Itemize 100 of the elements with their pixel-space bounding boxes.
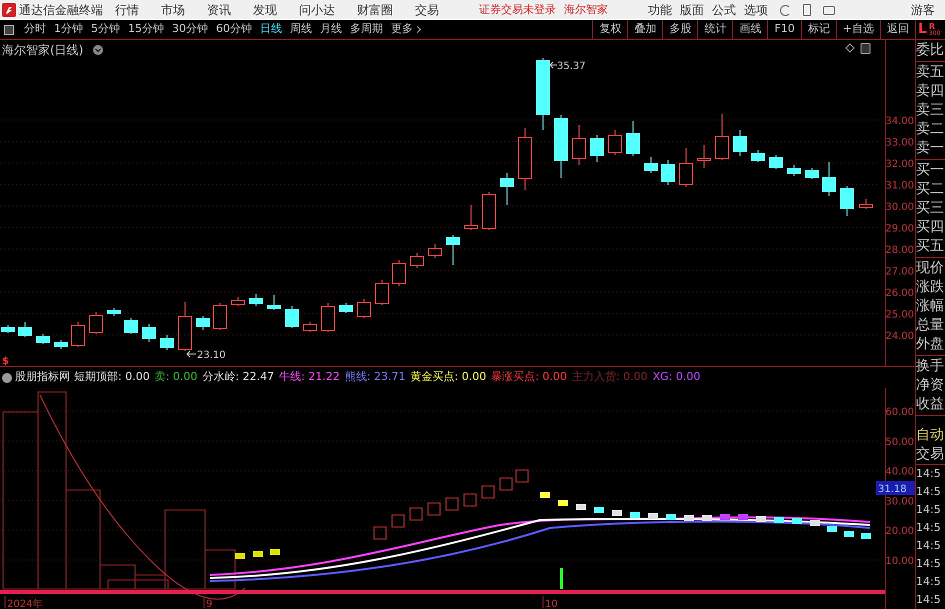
toolbar-button[interactable]: 多股 [662,20,698,39]
quote-field-label: 换手 [916,357,945,376]
trade-time: 14:5 [916,484,942,500]
more-button[interactable]: 更多 [391,21,420,38]
candlestick [518,128,532,190]
period-tab[interactable]: 月线 [320,21,342,38]
trade-time: 14:5 [916,502,942,518]
candlestick [679,148,693,188]
menu-item[interactable]: 版面 [680,1,704,19]
signal-bar [827,526,837,532]
indicator-axis-label: 50.00 [885,436,914,448]
stock-name-link[interactable]: 海尔智家 [564,2,608,18]
toolbar-button[interactable]: 复权 [592,20,628,39]
diamond-icon [845,43,855,53]
signal-bar [648,513,658,519]
toolbar-button[interactable]: 返回 [880,20,915,39]
price-axis-label: 31.00 [885,180,914,192]
date-axis-label: 10 [545,599,558,609]
candlestick [142,324,156,342]
candlestick [733,130,747,156]
candlestick [751,150,765,162]
menu-item[interactable]: 市场 [161,1,185,19]
candlestick [482,192,496,230]
candlestick [464,204,478,230]
menu-item[interactable]: 公式 [712,1,736,19]
indicator-axis-label: 60.00 [885,407,914,418]
signal-bar [792,518,802,524]
price-axis-label: 26.00 [885,288,914,299]
low-marker-arrow [186,350,196,358]
refresh-icon[interactable] [780,4,791,16]
candlestick [392,260,406,286]
signal-bar [594,507,604,513]
quote-field-label: 卖三 [916,101,945,120]
indicator-block [482,486,494,498]
signal-bar [270,549,280,555]
price-axis-label: 27.00 [885,266,914,278]
login-status-link[interactable]: 证券交易未登录 [479,2,556,18]
period-tab[interactable]: 1分钟 [54,21,83,38]
signal-bar [861,533,871,539]
toolbar-button[interactable]: F10 [767,20,801,39]
trade-time: 14:5 [916,592,942,608]
price-axis-label: 32.00 [885,159,914,170]
period-tab[interactable]: 15分钟 [128,21,164,38]
toolbar-button[interactable]: 统计 [697,20,732,39]
signal-bar [235,553,245,559]
candlestick [822,162,836,196]
menu-item[interactable]: 财富圈 [357,1,393,19]
period-tab[interactable]: 多周期 [350,21,383,38]
quote-field-label: 买四 [916,218,945,237]
period-tab[interactable]: 30分钟 [172,21,208,38]
signal-bar [576,504,586,510]
toolbar-button[interactable]: 画线 [732,20,768,39]
chart-title: 海尔智家(日线) [2,43,84,57]
quote-field-label: 卖一 [916,139,945,158]
candlestick [213,302,227,330]
period-tab[interactable]: 日线 [260,21,282,38]
candlestick [1,324,15,334]
indicator-name[interactable]: 股朋指标网 [15,369,70,386]
toolbar-button[interactable]: +自选 [836,20,880,39]
menu-item[interactable]: 功能 [648,1,672,19]
quote-field-label: 外盘 [916,335,945,354]
quote-field-label: 涨跌 [916,278,945,297]
candlestick [357,298,371,318]
toolbar-button[interactable]: 标记 [800,20,836,39]
auto-mode-label[interactable]: 自动 [916,426,945,445]
candlestick [428,244,442,258]
candlestick [697,144,711,168]
indicator-value: 卖: 0.00 [154,369,198,386]
candlestick [249,294,263,306]
menu-item[interactable]: 交易 [415,1,439,19]
period-tab[interactable]: 分时 [24,21,46,38]
period-tab[interactable]: 60分钟 [216,21,252,38]
menu-item[interactable]: 问小达 [299,1,335,19]
menu-item[interactable]: 发现 [253,1,277,19]
candlestick [178,302,192,352]
candlestick [321,302,335,332]
date-axis-label: 9 [206,599,212,609]
user-label[interactable]: 游客 [911,1,935,19]
indicator-value: 短期顶部: 0.00 [74,369,150,386]
quote-field-label: 买二 [916,180,945,199]
panel-toggle-icon[interactable] [4,24,14,34]
price-axis-label: 33.00 [885,138,914,148]
period-tab[interactable]: 周线 [290,21,312,38]
mail-icon[interactable] [823,6,835,14]
phone-icon[interactable] [803,4,811,16]
menu-item[interactable]: 行情 [115,1,139,19]
toolbar-button[interactable]: 叠加 [627,20,662,39]
signal-bar [558,500,568,506]
signal-bar [810,520,820,526]
period-tab[interactable]: 5分钟 [91,21,120,38]
indicator-block [392,514,404,528]
menu-item[interactable]: 资讯 [207,1,231,19]
indicator-block [464,494,476,506]
candlestick [715,114,729,160]
candlestick [644,156,658,174]
quote-field-label: 现价 [916,259,945,278]
candlestick [500,172,514,206]
panel-icon [860,43,870,54]
menu-item[interactable]: 选项 [744,1,768,19]
app-logo-icon [2,3,16,17]
